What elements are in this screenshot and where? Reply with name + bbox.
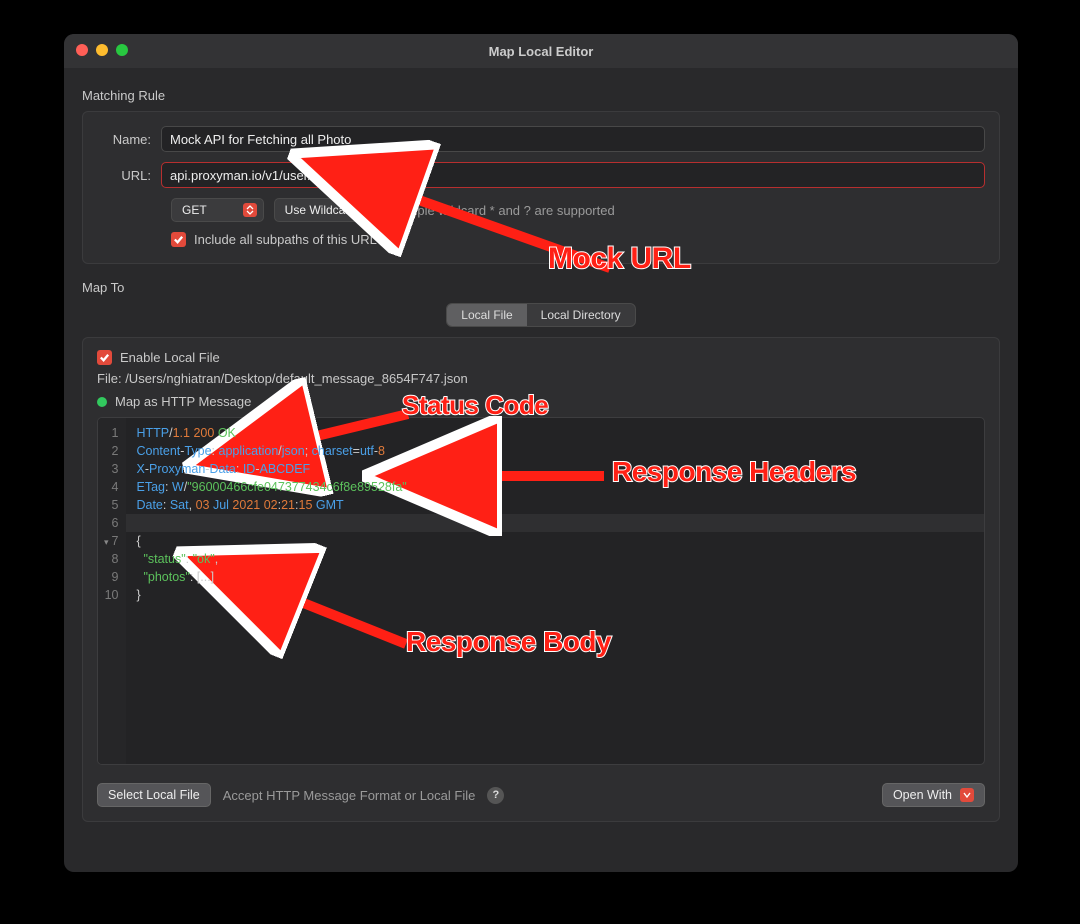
matching-rule-label: Matching Rule — [82, 88, 1000, 103]
enable-local-file-checkbox[interactable] — [97, 350, 112, 365]
status-dot-icon — [97, 397, 107, 407]
wildcard-mode-value: Use Wildcard — [285, 203, 356, 217]
url-value: api.proxyman.io/v1/user/photos — [170, 168, 351, 183]
url-input[interactable]: api.proxyman.io/v1/user/photos — [161, 162, 985, 188]
open-with-button[interactable]: Open With — [882, 783, 985, 807]
http-message-editor[interactable]: 123456▾78910 HTTP/1.1 200 OKContent-Type… — [97, 417, 985, 765]
window-body: Matching Rule Name: Mock API for Fetchin… — [64, 68, 1018, 836]
matching-rule-panel: Name: Mock API for Fetching all Photo UR… — [82, 111, 1000, 264]
name-input[interactable]: Mock API for Fetching all Photo — [161, 126, 985, 152]
method-select[interactable]: GET — [171, 198, 264, 222]
minimize-icon[interactable] — [96, 44, 108, 56]
include-subpaths-checkbox[interactable] — [171, 232, 186, 247]
chevron-updown-icon — [243, 203, 257, 217]
traffic-lights — [76, 44, 128, 56]
bottom-hint: Accept HTTP Message Format or Local File — [223, 788, 476, 803]
zoom-icon[interactable] — [116, 44, 128, 56]
help-icon[interactable]: ? — [487, 787, 504, 804]
select-local-file-button[interactable]: Select Local File — [97, 783, 211, 807]
wildcard-hint: Simple wildcard * and ? are supported — [395, 203, 615, 218]
editor-gutter: 123456▾78910 — [98, 418, 126, 764]
chevron-down-icon — [960, 788, 974, 802]
wildcard-mode-select[interactable]: Use Wildcard — [274, 198, 385, 222]
tab-local-file[interactable]: Local File — [447, 304, 526, 326]
map-status-row: Map as HTTP Message — [97, 394, 985, 409]
file-path-row: File: /Users/nghiatran/Desktop/default_m… — [97, 371, 985, 386]
close-icon[interactable] — [76, 44, 88, 56]
enable-local-file-label: Enable Local File — [120, 350, 220, 365]
method-value: GET — [182, 203, 207, 217]
file-label: File: — [97, 371, 122, 386]
map-to-tabs: Local File Local Directory — [446, 303, 635, 327]
titlebar: Map Local Editor — [64, 34, 1018, 68]
include-subpaths-label: Include all subpaths of this URL — [194, 232, 377, 247]
map-to-label: Map To — [82, 280, 1000, 295]
tab-local-directory[interactable]: Local Directory — [527, 304, 635, 326]
name-value: Mock API for Fetching all Photo — [170, 132, 351, 147]
bottom-bar: Select Local File Accept HTTP Message Fo… — [97, 783, 985, 807]
map-status-label: Map as HTTP Message — [115, 394, 251, 409]
chevron-updown-icon — [364, 203, 378, 217]
map-to-panel: Enable Local File File: /Users/nghiatran… — [82, 337, 1000, 822]
map-local-editor-window: Map Local Editor Matching Rule Name: Moc… — [64, 34, 1018, 872]
url-label: URL: — [97, 168, 161, 183]
editor-code[interactable]: HTTP/1.1 200 OKContent-Type: application… — [126, 418, 984, 764]
window-title: Map Local Editor — [64, 44, 1018, 59]
name-label: Name: — [97, 132, 161, 147]
file-path: /Users/nghiatran/Desktop/default_message… — [125, 371, 468, 386]
